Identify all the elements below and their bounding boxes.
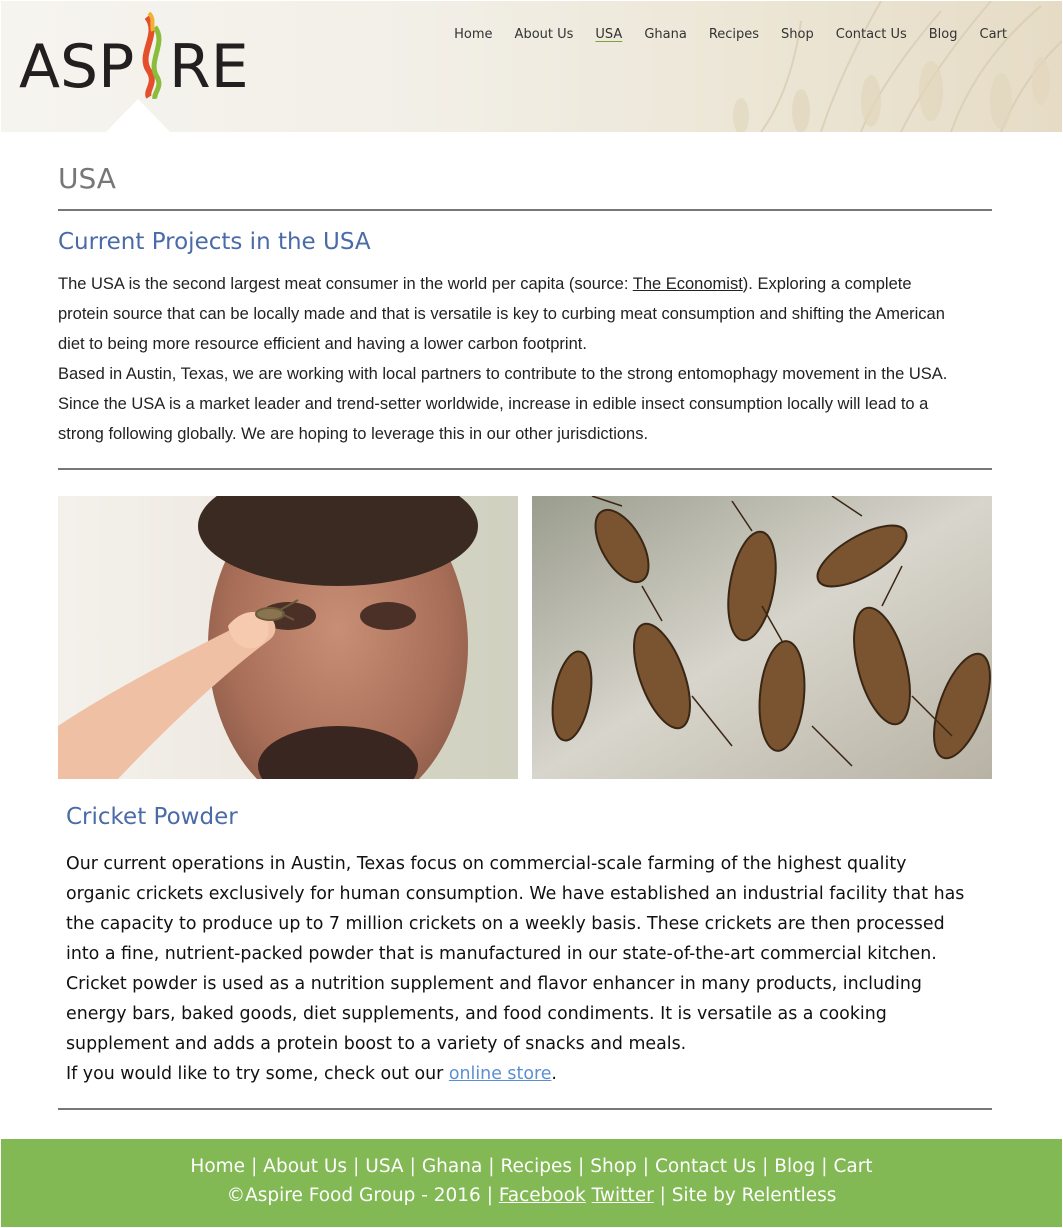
nav-shop[interactable]: Shop [770,25,825,45]
projects-paragraph-1: The USA is the second largest meat consu… [58,269,958,359]
page-title: USA [58,162,116,195]
nav-home[interactable]: Home [443,25,503,45]
footer-separator: | [821,1156,828,1177]
footer-link-shop[interactable]: Shop [590,1156,637,1177]
nav-usa[interactable]: USA [584,25,633,45]
site-footer: Home | About Us | USA | Ghana | Recipes | Shop | Con… [1,1139,1062,1227]
nav-recipes[interactable]: Recipes [698,25,770,45]
online-store-link[interactable]: online store [449,1064,552,1084]
powder-paragraph-2: If you would like to try some, check out… [66,1059,976,1089]
footer-separator: | [488,1156,495,1177]
crickets-photo [532,496,992,779]
footer-separator: | [578,1156,585,1177]
projects-text: The USA is the second largest meat consu… [58,269,958,449]
logo-pointer [105,99,171,132]
powder-paragraph-1: Our current operations in Austin, Texas … [66,854,965,1054]
powder-text: Our current operations in Austin, Texas … [66,849,976,1089]
aspire-logo[interactable]: ASP RE [19,9,259,99]
nav-cart[interactable]: Cart [969,25,1019,45]
powder-p2-end: . [551,1064,557,1084]
site-credit-text: | Site by Relentless [659,1185,837,1206]
footer-link-recipes[interactable]: Recipes [501,1156,572,1177]
footer-separator: | [642,1156,650,1177]
nav-contact-us[interactable]: Contact Us [825,25,918,45]
logo-text-right: RE [169,32,249,99]
projects-heading: Current Projects in the USA [58,229,371,255]
nav-about-us[interactable]: About Us [504,25,585,45]
footer-separator: | [251,1156,258,1177]
nav-blog[interactable]: Blog [918,25,969,45]
logo-text-left: ASP [19,32,134,99]
site-header: ASP RE Home About Us USA Ghana Recipes S… [1,1,1062,132]
footer-separator: | [353,1156,360,1177]
projects-divider [58,468,992,470]
twitter-link[interactable]: Twitter [592,1185,654,1206]
powder-divider [58,1108,992,1110]
footer-separator: | [762,1156,769,1177]
footer-link-home[interactable]: Home [190,1156,245,1177]
title-divider [58,209,992,211]
footer-link-contact-us[interactable]: Contact Us [655,1156,756,1177]
projects-paragraph-2: Based in Austin, Texas, we are working w… [58,365,948,443]
economist-link[interactable]: The Economist [633,275,743,293]
man-holding-cricket-photo [58,496,518,779]
footer-link-ghana[interactable]: Ghana [422,1156,482,1177]
footer-separator: | [409,1156,416,1177]
main-nav: Home About Us USA Ghana Recipes Shop Con… [443,25,1018,45]
footer-link-usa[interactable]: USA [365,1156,403,1177]
footer-link-cart[interactable]: Cart [833,1156,872,1177]
nav-ghana[interactable]: Ghana [633,25,698,45]
powder-p2-text: If you would like to try some, check out… [66,1064,449,1084]
footer-link-about-us[interactable]: About Us [263,1156,347,1177]
copyright-text: ©Aspire Food Group - 2016 | [226,1185,493,1206]
footer-nav: Home | About Us | USA | Ghana | Recipes | Shop | Con… [1,1155,1062,1179]
facebook-link[interactable]: Facebook [499,1185,586,1206]
footer-link-blog[interactable]: Blog [774,1156,815,1177]
footer-credits: ©Aspire Food Group - 2016 | Facebook Twi… [1,1184,1062,1208]
projects-p1-text: The USA is the second largest meat consu… [58,275,633,293]
powder-heading: Cricket Powder [66,804,238,830]
